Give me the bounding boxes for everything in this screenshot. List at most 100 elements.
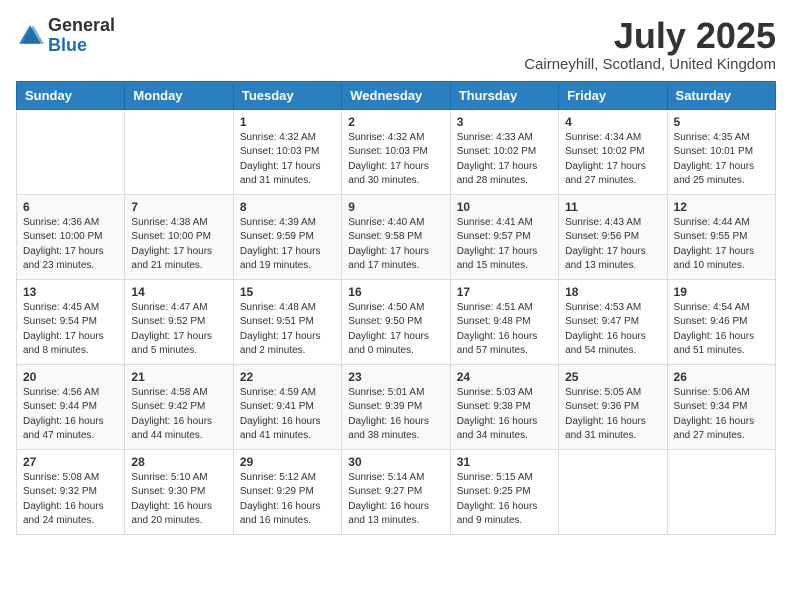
calendar-cell: 17 Sunrise: 4:51 AMSunset: 9:48 PMDayligh…: [450, 279, 558, 364]
calendar-cell: 10 Sunrise: 4:41 AMSunset: 9:57 PMDayligh…: [450, 194, 558, 279]
day-number: 16: [348, 285, 443, 299]
day-number: 2: [348, 115, 443, 129]
day-info: Sunrise: 4:36 AMSunset: 10:00 PMDaylight…: [23, 216, 118, 274]
day-number: 31: [457, 455, 552, 469]
location: Cairneyhill, Scotland, United Kingdom: [524, 56, 776, 73]
calendar-cell: 29 Sunrise: 5:12 AMSunset: 9:29 PMDayligh…: [233, 449, 341, 534]
calendar-cell: 24Sunrise: 5:03 AMSunset: 9:38 PMDayligh…: [450, 364, 558, 449]
calendar-week-row: 1Sunrise: 4:32 AMSunset: 10:03 PMDayligh…: [17, 109, 776, 194]
day-number: 18: [565, 285, 660, 299]
day-info: Sunrise: 4:43 AMSunset: 9:56 PMDaylight:…: [565, 216, 660, 274]
day-info: Sunrise: 4:40 AMSunset: 9:58 PMDaylight:…: [348, 216, 443, 274]
calendar-cell: 1Sunrise: 4:32 AMSunset: 10:03 PMDayligh…: [233, 109, 341, 194]
day-number: 4: [565, 115, 660, 129]
day-number: 12: [674, 200, 769, 214]
day-info: Sunrise: 4:59 AMSunset: 9:41 PMDaylight:…: [240, 386, 335, 444]
day-number: 15: [240, 285, 335, 299]
calendar-cell: 28Sunrise: 5:10 AMSunset: 9:30 PMDayligh…: [125, 449, 233, 534]
day-number: 20: [23, 370, 118, 384]
day-info: Sunrise: 5:10 AMSunset: 9:30 PMDaylight:…: [131, 471, 226, 529]
calendar-cell: 4 Sunrise: 4:34 AMSunset: 10:02 PMDayligh…: [559, 109, 667, 194]
logo-icon: [16, 22, 44, 50]
day-number: 10: [457, 200, 552, 214]
weekday-header-tuesday: Tuesday: [233, 81, 341, 109]
day-info: Sunrise: 4:54 AMSunset: 9:46 PMDaylight:…: [674, 301, 769, 359]
day-info: Sunrise: 4:56 AMSunset: 9:44 PMDaylight:…: [23, 386, 118, 444]
day-info: Sunrise: 4:50 AMSunset: 9:50 PMDaylight:…: [348, 301, 443, 359]
calendar-week-row: 27 Sunrise: 5:08 AMSunset: 9:32 PMDayligh…: [17, 449, 776, 534]
day-number: 29: [240, 455, 335, 469]
day-number: 17: [457, 285, 552, 299]
day-info: Sunrise: 4:45 AMSunset: 9:54 PMDaylight:…: [23, 301, 118, 359]
calendar-cell: 27 Sunrise: 5:08 AMSunset: 9:32 PMDayligh…: [17, 449, 125, 534]
calendar-week-row: 13 Sunrise: 4:45 AMSunset: 9:54 PMDayligh…: [17, 279, 776, 364]
day-number: 7: [131, 200, 226, 214]
day-info: Sunrise: 4:33 AMSunset: 10:02 PMDaylight…: [457, 131, 552, 189]
day-number: 14: [131, 285, 226, 299]
calendar-cell: 21 Sunrise: 4:58 AMSunset: 9:42 PMDayligh…: [125, 364, 233, 449]
day-number: 19: [674, 285, 769, 299]
day-number: 6: [23, 200, 118, 214]
calendar-cell: 11 Sunrise: 4:43 AMSunset: 9:56 PMDayligh…: [559, 194, 667, 279]
calendar-week-row: 6 Sunrise: 4:36 AMSunset: 10:00 PMDayligh…: [17, 194, 776, 279]
day-info: Sunrise: 4:41 AMSunset: 9:57 PMDaylight:…: [457, 216, 552, 274]
calendar-table: SundayMondayTuesdayWednesdayThursdayFrid…: [16, 81, 776, 535]
day-number: 8: [240, 200, 335, 214]
calendar-cell: 20 Sunrise: 4:56 AMSunset: 9:44 PMDayligh…: [17, 364, 125, 449]
day-info: Sunrise: 5:01 AMSunset: 9:39 PMDaylight:…: [348, 386, 443, 444]
day-info: Sunrise: 4:58 AMSunset: 9:42 PMDaylight:…: [131, 386, 226, 444]
calendar-cell: 5Sunrise: 4:35 AMSunset: 10:01 PMDayligh…: [667, 109, 775, 194]
weekday-header-wednesday: Wednesday: [342, 81, 450, 109]
day-info: Sunrise: 5:06 AMSunset: 9:34 PMDaylight:…: [674, 386, 769, 444]
weekday-header-thursday: Thursday: [450, 81, 558, 109]
day-info: Sunrise: 4:47 AMSunset: 9:52 PMDaylight:…: [131, 301, 226, 359]
calendar-cell: 3 Sunrise: 4:33 AMSunset: 10:02 PMDayligh…: [450, 109, 558, 194]
day-info: Sunrise: 5:12 AMSunset: 9:29 PMDaylight:…: [240, 471, 335, 529]
day-info: Sunrise: 4:38 AMSunset: 10:00 PMDaylight…: [131, 216, 226, 274]
logo: General Blue: [16, 16, 115, 56]
day-number: 23: [348, 370, 443, 384]
calendar-cell: 22 Sunrise: 4:59 AMSunset: 9:41 PMDayligh…: [233, 364, 341, 449]
calendar-cell: [667, 449, 775, 534]
calendar-week-row: 20 Sunrise: 4:56 AMSunset: 9:44 PMDayligh…: [17, 364, 776, 449]
logo-general: General: [48, 15, 115, 35]
day-info: Sunrise: 4:51 AMSunset: 9:48 PMDaylight:…: [457, 301, 552, 359]
calendar-cell: [125, 109, 233, 194]
day-number: 21: [131, 370, 226, 384]
calendar-cell: 30Sunrise: 5:14 AMSunset: 9:27 PMDayligh…: [342, 449, 450, 534]
day-info: Sunrise: 5:08 AMSunset: 9:32 PMDaylight:…: [23, 471, 118, 529]
calendar-cell: 23 Sunrise: 5:01 AMSunset: 9:39 PMDayligh…: [342, 364, 450, 449]
calendar-cell: 16 Sunrise: 4:50 AMSunset: 9:50 PMDayligh…: [342, 279, 450, 364]
day-info: Sunrise: 5:05 AMSunset: 9:36 PMDaylight:…: [565, 386, 660, 444]
day-number: 9: [348, 200, 443, 214]
calendar-cell: 26Sunrise: 5:06 AMSunset: 9:34 PMDayligh…: [667, 364, 775, 449]
day-info: Sunrise: 5:15 AMSunset: 9:25 PMDaylight:…: [457, 471, 552, 529]
calendar-cell: 7 Sunrise: 4:38 AMSunset: 10:00 PMDayligh…: [125, 194, 233, 279]
day-number: 24: [457, 370, 552, 384]
calendar-cell: 6 Sunrise: 4:36 AMSunset: 10:00 PMDayligh…: [17, 194, 125, 279]
day-number: 27: [23, 455, 118, 469]
month-title: July 2025: [524, 16, 776, 56]
day-info: Sunrise: 4:53 AMSunset: 9:47 PMDaylight:…: [565, 301, 660, 359]
day-number: 3: [457, 115, 552, 129]
day-number: 22: [240, 370, 335, 384]
day-number: 11: [565, 200, 660, 214]
calendar-cell: 12Sunrise: 4:44 AMSunset: 9:55 PMDayligh…: [667, 194, 775, 279]
weekday-header-row: SundayMondayTuesdayWednesdayThursdayFrid…: [17, 81, 776, 109]
day-number: 25: [565, 370, 660, 384]
day-number: 13: [23, 285, 118, 299]
day-info: Sunrise: 4:32 AMSunset: 10:03 PMDaylight…: [240, 131, 335, 189]
calendar-cell: 15 Sunrise: 4:48 AMSunset: 9:51 PMDayligh…: [233, 279, 341, 364]
calendar-cell: 19 Sunrise: 4:54 AMSunset: 9:46 PMDayligh…: [667, 279, 775, 364]
calendar-cell: [17, 109, 125, 194]
calendar-cell: 14 Sunrise: 4:47 AMSunset: 9:52 PMDayligh…: [125, 279, 233, 364]
day-info: Sunrise: 4:34 AMSunset: 10:02 PMDaylight…: [565, 131, 660, 189]
weekday-header-saturday: Saturday: [667, 81, 775, 109]
day-info: Sunrise: 4:48 AMSunset: 9:51 PMDaylight:…: [240, 301, 335, 359]
title-block: July 2025 Cairneyhill, Scotland, United …: [524, 16, 776, 73]
calendar-cell: 13 Sunrise: 4:45 AMSunset: 9:54 PMDayligh…: [17, 279, 125, 364]
day-number: 5: [674, 115, 769, 129]
day-info: Sunrise: 4:32 AMSunset: 10:03 PMDaylight…: [348, 131, 443, 189]
calendar-cell: 2 Sunrise: 4:32 AMSunset: 10:03 PMDayligh…: [342, 109, 450, 194]
weekday-header-monday: Monday: [125, 81, 233, 109]
